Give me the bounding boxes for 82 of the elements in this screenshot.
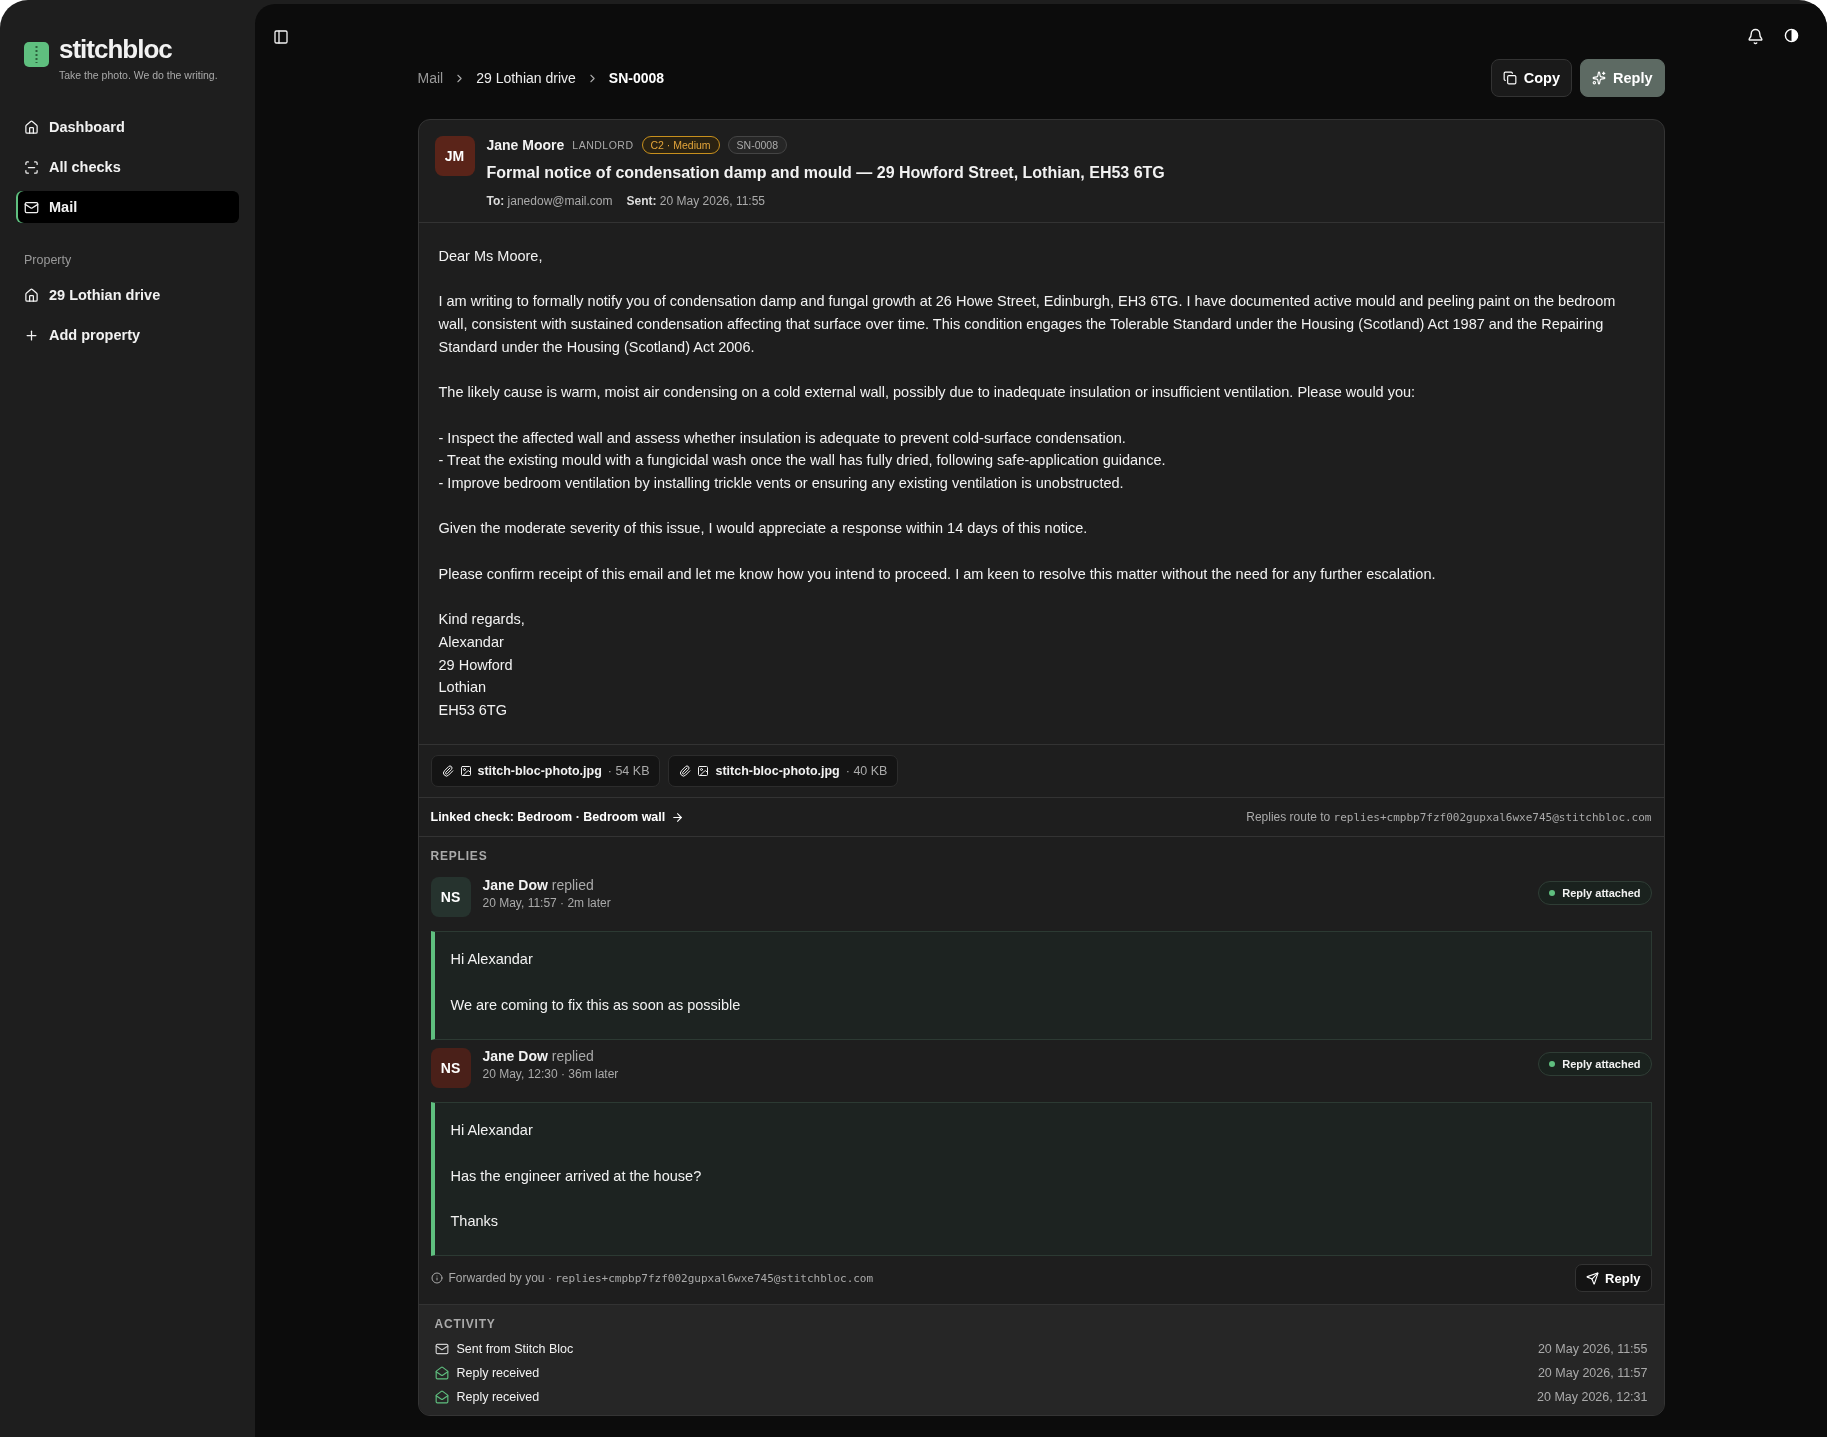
- reply-button[interactable]: Reply: [1580, 59, 1665, 97]
- mail-icon: [24, 199, 39, 215]
- info-icon: [430, 1272, 443, 1285]
- notification-bell-icon[interactable]: [1747, 28, 1764, 45]
- reply-route-text: Replies route to replies+cmpbp7fzf002gupxal6wxe745@stitchbloc.com: [1246, 810, 1652, 825]
- breadcrumb-link[interactable]: 29 Lothian drive: [476, 70, 576, 86]
- sparkles-icon: [1592, 71, 1606, 85]
- tagline: Take the photo. We do the writing.: [59, 69, 218, 81]
- body-text: Dear Ms Moore,: [438, 247, 544, 266]
- paperclip-icon: [441, 765, 454, 778]
- replies-heading: REPLIES: [418, 836, 1664, 874]
- property-item[interactable]: 29 Lothian drive: [16, 279, 239, 311]
- reference-badge: SN-0008: [727, 136, 788, 154]
- nav-item[interactable]: All checks: [16, 151, 239, 183]
- open-mail-icon: [434, 1366, 449, 1381]
- section-label: Property: [23, 252, 73, 269]
- activity-heading: ACTIVITY: [434, 1317, 497, 1332]
- breadcrumb-link[interactable]: Mail: [417, 70, 444, 86]
- body-text: Lothian: [438, 678, 488, 698]
- sender-name: Jane Moore: [486, 137, 565, 153]
- body-text: The likely cause is warm, moist air condensing on a cold external wall, possibly due to inadequate insulation or insufficient ventilation. Please would you:: [438, 383, 1417, 403]
- body-text: 29 Howford: [438, 655, 514, 675]
- reply-time: 20 May, 11:57 · 2m later: [482, 896, 611, 911]
- nav-item[interactable]: Mail: [16, 191, 239, 223]
- activity-time: 20 May 2026, 11:55: [1537, 1342, 1648, 1357]
- image-icon: [459, 765, 472, 778]
- body-text: Alexandar: [438, 632, 505, 652]
- status-badge: Reply attached: [1538, 881, 1652, 906]
- reply-author: Jane Dow replied: [482, 1048, 595, 1065]
- copy-icon: [1502, 71, 1517, 85]
- contrast-icon[interactable]: [1784, 28, 1799, 43]
- status-badge: Reply attached: [1538, 1052, 1652, 1077]
- avatar: NS: [430, 877, 471, 918]
- body-text: Given the moderate severity of this issue, I would appreciate a response within 14 days of this notice.: [438, 519, 1089, 539]
- breadcrumb-link[interactable]: SN-0008: [608, 70, 665, 86]
- reply-time: 20 May, 12:30 · 36m later: [482, 1067, 619, 1082]
- paperclip-icon: [679, 765, 692, 778]
- activity-label: Reply received: [456, 1390, 540, 1405]
- body-text: - Treat the existing mould with a fungicidal wash once the wall has fully dried, following safe-application guidance.: [438, 451, 1167, 471]
- body-text: Kind regards,: [438, 610, 526, 630]
- activity-label: Reply received: [456, 1366, 540, 1381]
- message-text: Hi Alexandar: [450, 950, 534, 970]
- scan-icon: [24, 159, 39, 175]
- attachment-chip[interactable]: stitch-bloc-photo.jpg · 54 KB: [430, 755, 661, 788]
- plus-icon: [24, 327, 39, 343]
- sent-date: Sent: 20 May 2026, 11:55: [626, 194, 766, 208]
- body-text: - Inspect the affected wall and assess whether insulation is adequate to prevent cold-surface condensation.: [438, 428, 1127, 448]
- panel-toggle-icon[interactable]: [273, 28, 289, 45]
- avatar: JM: [434, 136, 475, 176]
- email-subject: Formal notice of condensation damp and mould — 29 Howford Street, Lothian, EH53 6TG: [486, 164, 1165, 182]
- forwarded-note: Forwarded by you · replies+cmpbp7fzf002gupxal6wxe745@stitchbloc.com: [430, 1271, 874, 1286]
- reply-button[interactable]: Reply: [1575, 1264, 1652, 1293]
- activity-label: Sent from Stitch Bloc: [456, 1342, 574, 1357]
- message-text: Thanks: [450, 1211, 500, 1231]
- open-mail-icon: [434, 1390, 449, 1405]
- message-text: Hi Alexandar: [450, 1121, 534, 1141]
- house-icon: [24, 287, 39, 303]
- attachment-chip[interactable]: stitch-bloc-photo.jpg · 40 KB: [668, 755, 899, 788]
- activity-time: 20 May 2026, 12:31: [1537, 1390, 1648, 1405]
- body-text: I am writing to formally notify you of condensation damp and fungal growth at 26 Howe Street, Edinburgh, EH3 6TG. I have documented active mould and peeling paint on the bedroom wall, consistent with sustained condensation affecting that surface over time. This condition engages the Tolerable Standard under the Housing (Scotland) Act 1987 and the Repairing Standard under the Housing (Scotland) Act 2006.: [438, 292, 1617, 357]
- activity-time: 20 May 2026, 11:57: [1537, 1366, 1648, 1381]
- nav-item[interactable]: Dashboard: [16, 111, 239, 143]
- send-icon: [1586, 1271, 1600, 1285]
- role-label: LANDLORD: [572, 139, 634, 151]
- message-text: Has the engineer arrived at the house?: [450, 1166, 703, 1186]
- severity-badge: C2 · Medium: [641, 136, 720, 154]
- logo-icon: [24, 42, 49, 67]
- mail-icon: [434, 1342, 449, 1357]
- copy-button[interactable]: Copy: [1490, 59, 1572, 97]
- body-text: - Improve bedroom ventilation by installing trickle vents or ensuring any existing ventilation is unobstructed.: [438, 474, 1125, 493]
- house-icon: [24, 119, 39, 135]
- image-icon: [697, 765, 710, 778]
- arrow-right-icon: [671, 810, 685, 824]
- recipient-text: To: janedow@mail.com: [486, 194, 613, 208]
- reply-author: Jane Dow replied: [482, 877, 595, 894]
- body-text: EH53 6TG: [438, 700, 508, 720]
- avatar: NS: [430, 1048, 471, 1089]
- linked-check-link[interactable]: Linked check: Bedroom · Bedroom wall: [430, 810, 685, 825]
- body-text: Please confirm receipt of this email and let me know how you intend to proceed. I am keen to resolve this matter without the need for any further escalation.: [438, 564, 1437, 584]
- message-text: We are coming to fix this as soon as possible: [450, 995, 742, 1015]
- brand-name: stitchbloc: [59, 34, 173, 65]
- add-property-link[interactable]: Add property: [16, 319, 239, 351]
